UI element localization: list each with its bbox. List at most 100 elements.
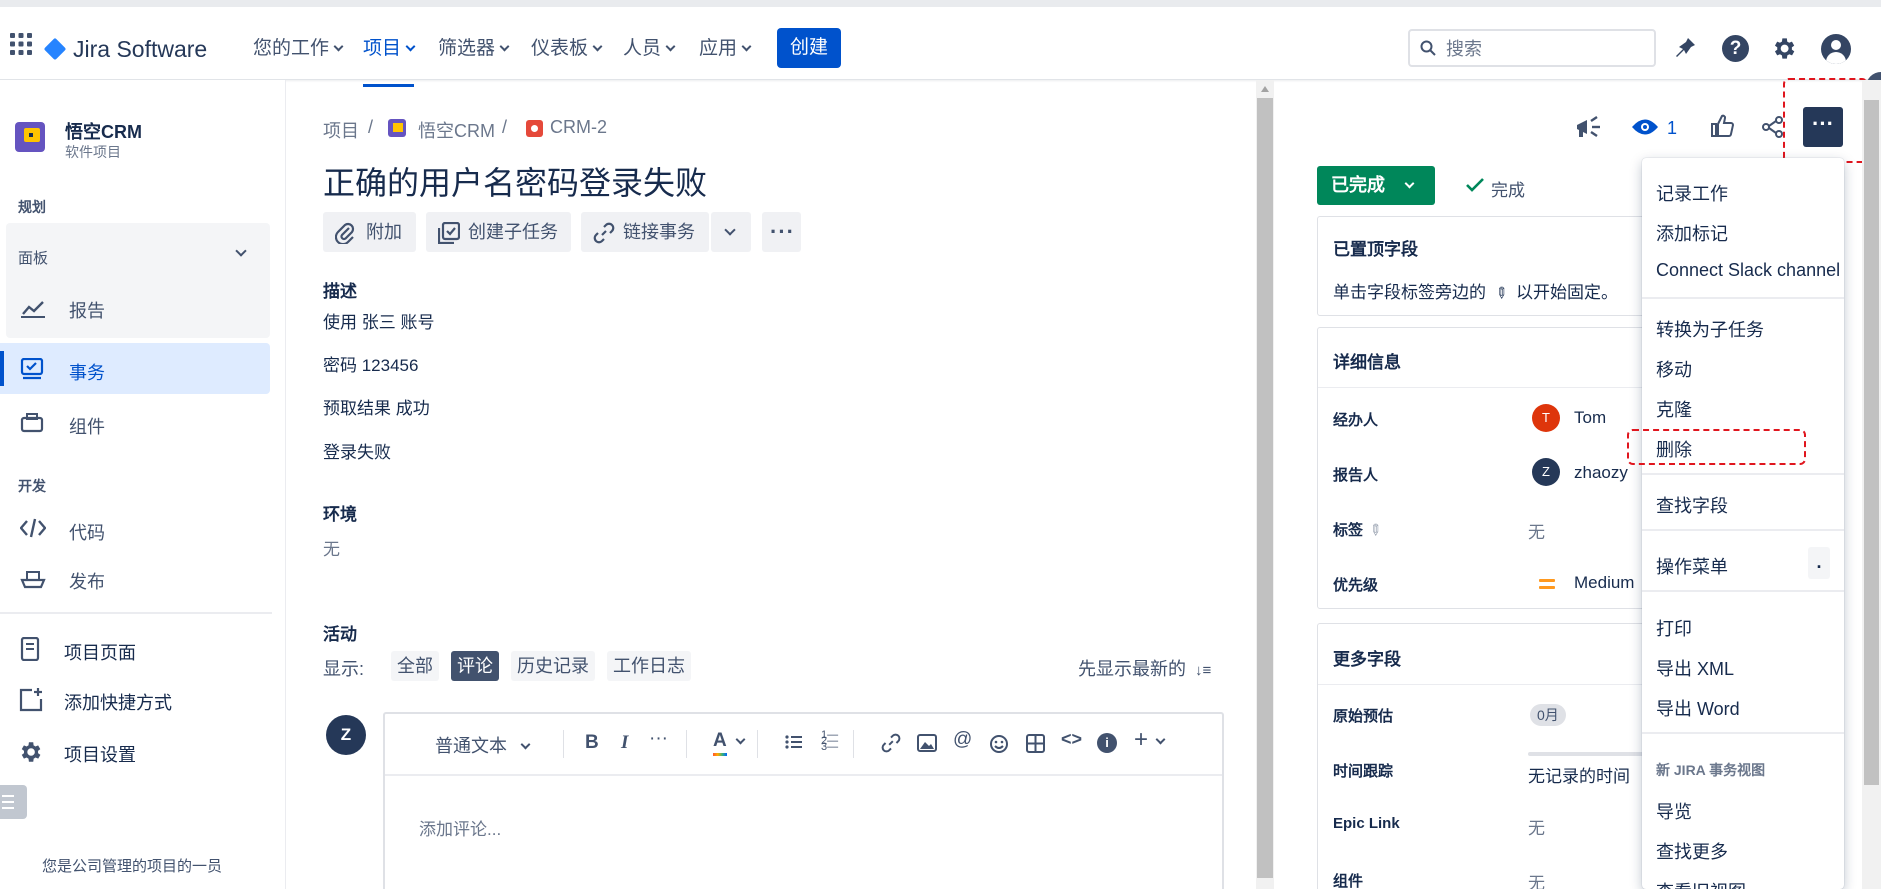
link-issue-button[interactable]: 链接事务 xyxy=(581,212,709,252)
sidebar-item-project-settings[interactable]: 项目设置 xyxy=(64,741,136,767)
mention-icon[interactable]: @ xyxy=(953,729,972,751)
activity-tab-worklog[interactable]: 工作日志 xyxy=(607,651,691,681)
breadcrumb-projects[interactable]: 项目 xyxy=(323,117,359,143)
page-scrollbar-thumb[interactable] xyxy=(1864,100,1879,785)
page-scrollbar-track[interactable] xyxy=(1862,80,1881,889)
menu-item-log-work[interactable]: 记录工作 xyxy=(1656,180,1728,206)
search-input[interactable] xyxy=(1446,36,1646,62)
comment-input[interactable]: 添加评论... xyxy=(419,815,501,840)
original-estimate-badge[interactable]: 0月 xyxy=(1530,704,1566,726)
nav-filters[interactable]: 筛选器 xyxy=(438,29,510,69)
menu-item-export-xml[interactable]: 导出 XML xyxy=(1656,655,1734,681)
attach-button[interactable]: 附加 xyxy=(323,212,416,252)
sidebar-item-project-pages[interactable]: 项目页面 xyxy=(64,639,136,665)
scroll-up-arrow-icon[interactable] xyxy=(1261,86,1269,92)
link-options-dropdown[interactable] xyxy=(711,212,751,252)
jira-logo[interactable]: Jira Software xyxy=(43,29,207,69)
menu-item-convert-subtask[interactable]: 转换为子任务 xyxy=(1656,316,1764,342)
more-actions-button[interactable]: ··· xyxy=(762,212,801,252)
app-switcher-icon[interactable] xyxy=(10,33,32,55)
bold-icon[interactable]: B xyxy=(585,732,599,754)
numbered-list-icon[interactable]: 1— 2— 3— xyxy=(821,730,838,753)
notifications-icon[interactable] xyxy=(1672,35,1698,61)
description-line[interactable]: 密码 123456 xyxy=(323,351,418,376)
text-color-icon[interactable]: A xyxy=(713,730,727,756)
status-dropdown[interactable]: 已完成 xyxy=(1317,166,1435,205)
project-avatar[interactable] xyxy=(15,122,45,152)
table-icon[interactable] xyxy=(1026,734,1045,753)
share-icon[interactable] xyxy=(1762,116,1784,138)
menu-item-export-word[interactable]: 导出 Word xyxy=(1656,695,1740,721)
sidebar-item-release[interactable]: 发布 xyxy=(69,568,105,594)
more-fields-title[interactable]: 更多字段 xyxy=(1333,645,1401,670)
nav-people[interactable]: 人员 xyxy=(623,29,676,69)
sidebar-item-reports[interactable]: 报告 xyxy=(69,297,105,323)
project-name[interactable]: 悟空CRM xyxy=(65,118,142,144)
sidebar-item-board[interactable]: 面板 xyxy=(18,247,48,268)
menu-item-find-field[interactable]: 查找字段 xyxy=(1656,492,1728,518)
menu-item-connect-slack[interactable]: Connect Slack channel xyxy=(1656,260,1840,281)
watchers-eye-icon[interactable] xyxy=(1631,118,1659,136)
environment-value[interactable]: 无 xyxy=(323,535,340,560)
breadcrumb-project[interactable]: 悟空CRM xyxy=(418,117,495,143)
menu-item-find-more[interactable]: 查找更多 xyxy=(1656,838,1728,864)
description-line[interactable]: 登录失败 xyxy=(323,438,391,463)
priority-value[interactable]: Medium xyxy=(1574,573,1634,593)
collapse-sidebar-icon[interactable] xyxy=(0,785,27,819)
menu-item-move[interactable]: 移动 xyxy=(1656,356,1692,382)
labels-value[interactable]: 无 xyxy=(1528,518,1545,543)
menu-divider xyxy=(1642,590,1844,592)
menu-item-print[interactable]: 打印 xyxy=(1656,615,1692,641)
reporter-value[interactable]: zhaozy xyxy=(1574,463,1628,483)
menu-item-old-view[interactable]: 查看旧视图 xyxy=(1656,878,1746,889)
emoji-icon[interactable] xyxy=(989,734,1009,754)
component-value[interactable]: 无 xyxy=(1528,869,1545,889)
menu-item-tour[interactable]: 导览 xyxy=(1656,798,1692,824)
time-tracking-value[interactable]: 无记录的时间 xyxy=(1528,762,1630,787)
more-formatting-icon[interactable]: ··· xyxy=(649,728,668,750)
profile-avatar-icon[interactable] xyxy=(1821,34,1851,64)
sort-newest-toggle[interactable]: 先显示最新的 ↓≡ xyxy=(1078,655,1211,681)
sidebar-divider xyxy=(0,612,272,614)
activity-tab-comments[interactable]: 评论 xyxy=(451,651,499,681)
activity-tab-all[interactable]: 全部 xyxy=(391,651,439,681)
settings-gear-icon[interactable] xyxy=(1770,35,1797,62)
main-scrollbar-track[interactable] xyxy=(1256,80,1274,889)
assignee-value[interactable]: Tom xyxy=(1574,408,1606,428)
link-icon[interactable] xyxy=(881,733,901,753)
sidebar-item-code[interactable]: 代码 xyxy=(69,519,105,545)
menu-item-actions-menu[interactable]: 操作菜单 xyxy=(1656,553,1728,579)
menu-item-add-flag[interactable]: 添加标记 xyxy=(1656,220,1728,246)
create-button[interactable]: 创建 xyxy=(777,28,841,68)
menu-item-clone[interactable]: 克隆 xyxy=(1656,396,1692,422)
image-icon[interactable] xyxy=(917,734,937,752)
text-style-dropdown[interactable]: 普通文本 xyxy=(435,732,531,758)
italic-icon[interactable]: I xyxy=(621,732,628,754)
sidebar-item-add-shortcut[interactable]: 添加快捷方式 xyxy=(64,689,172,715)
main-scrollbar-thumb[interactable] xyxy=(1257,98,1273,878)
description-line[interactable]: 使用 张三 账号 xyxy=(323,308,434,333)
nav-projects[interactable]: 项目 xyxy=(363,29,416,87)
sidebar-item-components[interactable]: 组件 xyxy=(69,413,105,439)
nav-your-work[interactable]: 您的工作 xyxy=(253,29,344,69)
activity-tab-history[interactable]: 历史记录 xyxy=(511,651,595,681)
details-title[interactable]: 详细信息 xyxy=(1333,348,1401,373)
create-subtask-button[interactable]: 创建子任务 xyxy=(426,212,571,252)
nav-apps[interactable]: 应用 xyxy=(699,29,752,69)
help-icon[interactable]: ? xyxy=(1722,35,1749,62)
watchers-count[interactable]: 1 xyxy=(1667,118,1677,139)
code-snippet-icon[interactable]: <> xyxy=(1061,729,1082,750)
vote-thumbs-up-icon[interactable] xyxy=(1710,114,1734,138)
sidebar-item-issues[interactable]: 事务 xyxy=(69,359,105,385)
info-panel-icon[interactable]: i xyxy=(1097,733,1117,753)
bullet-list-icon[interactable] xyxy=(785,734,803,750)
search-field[interactable] xyxy=(1408,29,1656,67)
insert-plus-icon[interactable]: + xyxy=(1134,726,1148,754)
breadcrumb-issue-key[interactable]: CRM-2 xyxy=(550,117,607,138)
chevron-down-icon xyxy=(333,41,344,52)
epic-link-value[interactable]: 无 xyxy=(1528,814,1545,839)
description-line[interactable]: 预取结果 成功 xyxy=(323,394,430,419)
issue-title[interactable]: 正确的用户名密码登录失败 xyxy=(323,158,707,204)
announcement-megaphone-icon[interactable] xyxy=(1574,115,1602,139)
nav-dashboards[interactable]: 仪表板 xyxy=(531,29,603,69)
